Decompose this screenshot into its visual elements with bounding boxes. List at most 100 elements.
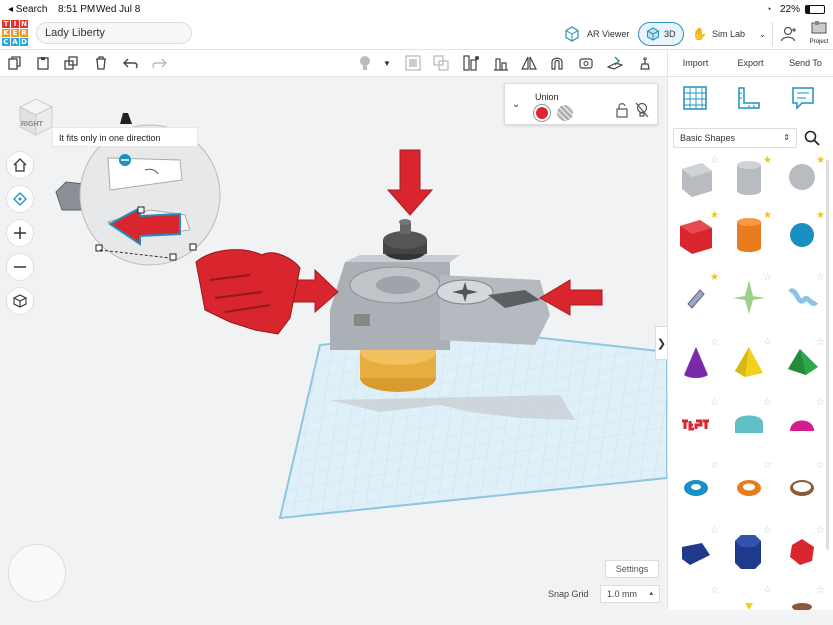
shape-roof[interactable]: ☆ — [778, 337, 828, 387]
light-button[interactable] — [356, 54, 374, 72]
tinkercad-logo[interactable]: TIN KER CAD — [2, 20, 28, 46]
project-label: Project — [809, 39, 829, 45]
cruise-button[interactable] — [548, 54, 566, 72]
shape-box[interactable]: ★ — [672, 210, 722, 260]
shape-star[interactable]: ☆ — [725, 585, 775, 610]
workplane-grid-lines — [280, 330, 667, 518]
settings-button[interactable]: Settings — [605, 560, 659, 578]
updown-icon: ⇕ — [783, 133, 790, 142]
shape-cylinder[interactable]: ★ — [725, 210, 775, 260]
light-dropdown[interactable]: ▼ — [380, 54, 394, 72]
shape-text[interactable]: ☆ — [672, 397, 722, 447]
mirror-button[interactable] — [520, 54, 538, 72]
shape-inspector: ⌄ Union — [504, 83, 658, 125]
shape-category-select[interactable]: Basic Shapes ⇕ — [673, 128, 797, 148]
workplane-align-button[interactable] — [462, 54, 480, 72]
shape-sphere-hole[interactable]: ★ — [778, 155, 828, 205]
solid-color-swatch[interactable] — [534, 105, 550, 121]
workplane-canvas[interactable]: RIGHT — [0, 77, 667, 610]
align-button[interactable] — [492, 54, 510, 72]
shape-tube[interactable]: ☆ — [725, 460, 775, 510]
workplane-button[interactable] — [606, 54, 624, 72]
magnet-icon — [551, 57, 563, 70]
ungroup-button[interactable] — [432, 54, 450, 72]
group-button[interactable] — [404, 54, 422, 72]
caret-down-icon: ▼ — [383, 58, 391, 68]
ruler-panel-icon — [738, 87, 760, 109]
chevron-down-icon: ⌄ — [758, 29, 766, 39]
send-to-button[interactable]: Send To — [778, 50, 833, 76]
handle[interactable] — [169, 253, 177, 261]
shape-ring[interactable]: ☆ — [778, 460, 828, 510]
shape-paraboloid[interactable]: ☆ — [672, 585, 722, 610]
shape-scribble[interactable]: ★ — [672, 272, 722, 322]
collapse-chevron-icon[interactable]: ⌄ — [512, 99, 520, 110]
inspector-title: Union — [535, 92, 559, 102]
zoom-out-button[interactable] — [6, 253, 34, 281]
project-title[interactable]: Lady Liberty — [36, 22, 192, 44]
shape-sphere[interactable]: ★ — [778, 210, 828, 260]
battery-percent: 22% — [780, 4, 801, 15]
handle[interactable] — [189, 243, 197, 251]
project-button[interactable]: Project — [806, 20, 832, 48]
zoom-in-button[interactable] — [6, 219, 34, 247]
shape-cylinder-hole[interactable]: ★ — [725, 155, 775, 205]
paste-button[interactable] — [34, 54, 52, 72]
gear-axle-top — [399, 219, 411, 225]
logo-letter: N — [20, 20, 28, 28]
grid-icon — [683, 86, 707, 110]
snap-grid-select[interactable]: 1.0 mm ▴ — [600, 585, 660, 603]
search-button[interactable] — [804, 130, 820, 151]
sim-lab-button[interactable]: ✋ Sim Lab ⌄ — [692, 22, 766, 46]
view-cube[interactable]: RIGHT — [14, 95, 56, 137]
duplicate-button[interactable] — [62, 54, 80, 72]
grid-tab[interactable] — [682, 85, 708, 116]
shape-cone[interactable]: ☆ — [672, 337, 722, 387]
notes-tab[interactable] — [790, 85, 816, 116]
ar-viewer-button[interactable]: AR Viewer — [562, 22, 629, 46]
notes-button[interactable] — [636, 54, 654, 72]
back-to-search[interactable]: ◂ Search — [8, 4, 47, 15]
3d-view-button[interactable]: 3D — [638, 22, 684, 46]
redo-button[interactable] — [150, 54, 168, 72]
panel-collapse-button[interactable]: ❯ — [655, 326, 667, 360]
joystick-control[interactable] — [8, 544, 66, 602]
logo-letter: R — [20, 29, 28, 37]
shape-half-cylinder[interactable]: ☆ — [725, 397, 775, 447]
user-button[interactable] — [780, 22, 798, 46]
home-view-button[interactable] — [6, 151, 34, 179]
panel-scrollbar[interactable] — [826, 160, 829, 550]
hole-swatch[interactable] — [557, 105, 573, 121]
ruler-button[interactable] — [578, 54, 596, 72]
shape-icosahedron[interactable]: ☆ — [778, 525, 828, 575]
chevron-right-icon: ❯ — [656, 337, 667, 350]
bottom-bar — [0, 610, 833, 625]
shape-polygon[interactable]: ☆ — [672, 525, 722, 575]
shape-box-hole[interactable]: ☆ — [672, 155, 722, 205]
ungroup-icon — [433, 55, 449, 71]
undo-button[interactable] — [122, 54, 140, 72]
shape-hexagonal-prism[interactable]: ☆ — [725, 525, 775, 575]
light-bulb-off-icon[interactable] — [635, 102, 649, 123]
shape-heart[interactable]: ☆ — [778, 585, 828, 610]
shape-pyramid[interactable]: ☆ — [725, 337, 775, 387]
align-icon — [494, 58, 508, 71]
handle[interactable] — [137, 206, 145, 214]
lock-icon[interactable] — [615, 102, 629, 123]
perspective-button[interactable] — [6, 287, 34, 315]
duplicate-icon — [64, 56, 78, 70]
ruler-tab[interactable] — [736, 85, 762, 116]
export-button[interactable]: Export — [723, 50, 778, 76]
shape-shape-generator[interactable]: ☆ — [725, 272, 775, 322]
delete-button[interactable] — [92, 54, 110, 72]
import-button[interactable]: Import — [668, 50, 723, 76]
shape-half-sphere[interactable]: ☆ — [778, 397, 828, 447]
shape-category-value: Basic Shapes — [680, 133, 736, 143]
copy-button[interactable] — [6, 54, 24, 72]
shape-torus[interactable]: ☆ — [672, 460, 722, 510]
fit-view-button[interactable] — [6, 185, 34, 213]
delete-icon — [96, 56, 106, 70]
shape-tinkercad-shape[interactable]: ☆ — [778, 272, 828, 322]
ar-viewer-label: AR Viewer — [587, 29, 630, 39]
arrow-down — [386, 149, 434, 216]
